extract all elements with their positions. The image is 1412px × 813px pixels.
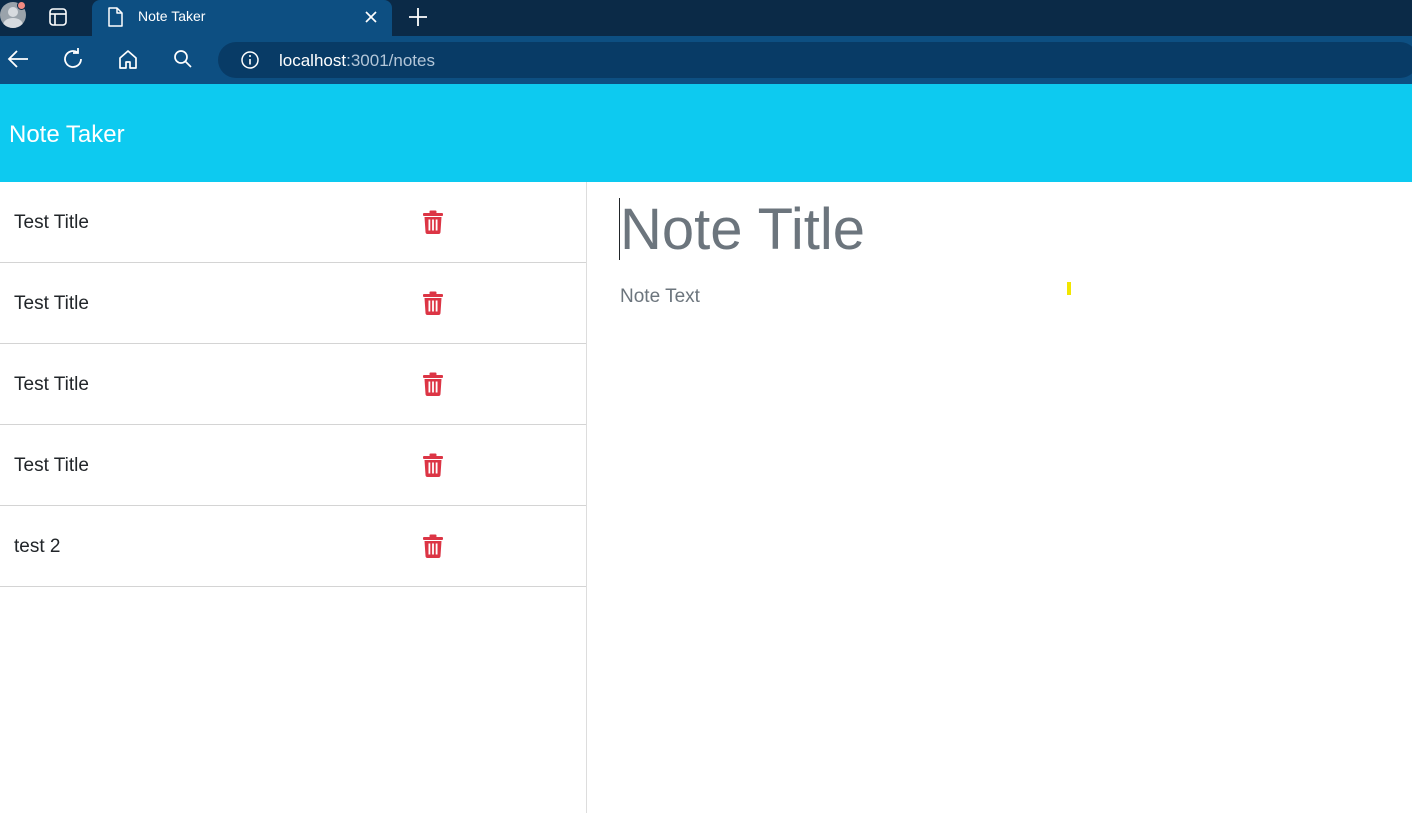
reload-icon: [64, 48, 82, 68]
url-text: localhost:3001/notes: [279, 51, 435, 71]
active-tab[interactable]: Note Taker: [92, 0, 392, 36]
home-button[interactable]: [115, 46, 141, 72]
notification-dot-icon: [17, 1, 26, 10]
note-text-input[interactable]: Note Text: [620, 286, 700, 308]
home-icon: [119, 50, 137, 69]
note-list-item[interactable]: test 2: [0, 506, 586, 587]
note-list-pane: Test Title Test Title Test Title Test Ti…: [0, 182, 587, 813]
reload-button[interactable]: [60, 46, 86, 72]
note-editor: Note Title Note Text: [588, 182, 1412, 813]
search-button[interactable]: [170, 46, 196, 72]
url-path: :3001/notes: [346, 51, 435, 70]
plus-icon[interactable]: [406, 5, 430, 29]
note-title[interactable]: Test Title: [14, 374, 89, 396]
tab-actions-button[interactable]: [44, 4, 72, 30]
close-icon[interactable]: [362, 8, 380, 26]
tab-actions-icon: [49, 8, 67, 26]
trash-icon[interactable]: [423, 291, 443, 315]
note-title[interactable]: Test Title: [14, 212, 89, 234]
note-list-item[interactable]: Test Title: [0, 344, 586, 425]
note-list-item[interactable]: Test Title: [0, 263, 586, 344]
tab-title: Note Taker: [138, 8, 206, 24]
address-bar[interactable]: localhost:3001/notes: [218, 42, 1412, 78]
browser-tab-strip: Note Taker: [0, 0, 1412, 36]
back-button[interactable]: [5, 46, 31, 72]
cursor-highlight: [1067, 282, 1071, 295]
trash-icon[interactable]: [423, 372, 443, 396]
note-title-input[interactable]: Note Title: [620, 196, 865, 263]
trash-icon[interactable]: [423, 210, 443, 234]
avatar-head: [8, 7, 18, 17]
note-title[interactable]: test 2: [14, 536, 60, 558]
note-list-item[interactable]: Test Title: [0, 425, 586, 506]
note-list-item[interactable]: Test Title: [0, 182, 586, 263]
search-icon: [174, 50, 192, 68]
app-navbar: Note Taker: [0, 84, 1412, 182]
avatar-shoulders: [3, 18, 23, 28]
info-icon[interactable]: [240, 50, 260, 70]
back-arrow-icon: [7, 50, 28, 68]
browser-toolbar: localhost:3001/notes: [0, 36, 1412, 84]
trash-icon[interactable]: [423, 453, 443, 477]
note-list: Test Title Test Title Test Title Test Ti…: [0, 182, 586, 587]
note-title[interactable]: Test Title: [14, 455, 89, 477]
url-host: localhost: [279, 51, 347, 70]
app-brand[interactable]: Note Taker: [9, 121, 125, 149]
note-title[interactable]: Test Title: [14, 293, 89, 315]
page-icon: [108, 7, 123, 27]
trash-icon[interactable]: [423, 534, 443, 558]
